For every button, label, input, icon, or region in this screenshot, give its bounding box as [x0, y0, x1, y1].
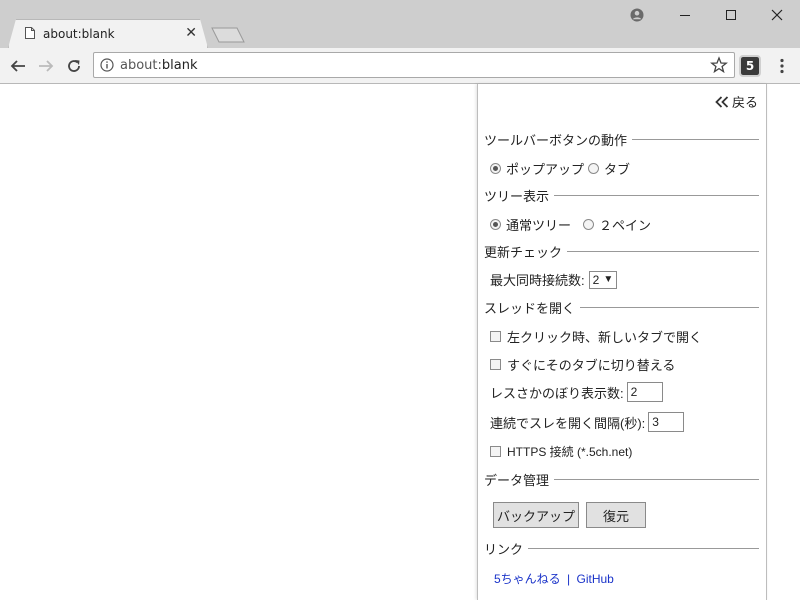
link-github[interactable]: GitHub: [577, 572, 614, 586]
radio-popup[interactable]: [490, 163, 501, 174]
https-label[interactable]: HTTPS 接続 (*.5ch.net): [507, 443, 632, 460]
reload-icon[interactable]: [62, 54, 86, 78]
checkbox-row-left-click: 左クリック時、新しいタブで開く: [490, 327, 702, 346]
close-window-button[interactable]: [754, 4, 800, 26]
radio-popup-label[interactable]: ポップアップ: [506, 159, 584, 178]
radio-two-pane[interactable]: [583, 219, 595, 230]
https-checkbox[interactable]: [490, 446, 501, 457]
section-toolbar-behavior: ツールバーボタンの動作: [484, 131, 759, 148]
radio-normal-tree[interactable]: [490, 219, 501, 230]
interval-label: 連続でスレを開く間隔(秒):: [490, 415, 646, 431]
title-bar: about:blank ✕: [0, 0, 800, 48]
profile-icon[interactable]: [614, 4, 660, 26]
res-count-row: レスさかのぼり表示数: 2: [490, 382, 663, 402]
interval-input[interactable]: 3: [648, 412, 685, 432]
section-tree-view: ツリー表示: [484, 187, 759, 204]
max-connections-select[interactable]: 2 ▼: [588, 270, 618, 289]
backup-button[interactable]: バックアップ: [493, 502, 579, 528]
section-links: リンク: [484, 540, 759, 557]
max-connections-label: 最大同時接続数:: [490, 273, 585, 288]
radio-two-pane-label[interactable]: ２ペイン: [599, 215, 651, 234]
back-arrow-icon[interactable]: [6, 54, 30, 78]
section-title: 更新チェック: [484, 244, 563, 260]
interval-row: 連続でスレを開く間隔(秒): 3: [490, 412, 685, 432]
maximize-button[interactable]: [708, 4, 754, 26]
extension-popup: 戻る ツールバーボタンの動作 ポップアップ タブ ツリー表示 通常ツリー ２ペイ…: [477, 84, 767, 600]
link-5ch[interactable]: 5ちゃんねる: [494, 572, 561, 586]
radio-group-tree: 通常ツリー ２ペイン: [490, 215, 651, 234]
switch-tab-checkbox[interactable]: [490, 359, 501, 370]
checkbox-row-switch-tab: すぐにそのタブに切り替える: [490, 355, 675, 374]
info-icon[interactable]: [100, 58, 114, 72]
res-count-input[interactable]: 2: [626, 382, 663, 402]
left-click-new-tab-checkbox[interactable]: [490, 331, 501, 342]
radio-group-toolbar: ポップアップ タブ: [490, 159, 630, 178]
res-count-label: レスさかのぼり表示数:: [490, 385, 624, 401]
forward-arrow-icon[interactable]: [34, 54, 58, 78]
back-label: 戻る: [731, 95, 758, 110]
browser-toolbar: about:blank 5: [0, 48, 800, 84]
section-open-thread: スレッドを開く: [484, 299, 759, 316]
chevron-down-icon: ▼: [603, 274, 614, 285]
left-click-new-tab-label[interactable]: 左クリック時、新しいタブで開く: [507, 327, 702, 346]
tab-close-icon[interactable]: ✕: [185, 25, 197, 41]
menu-dots-icon[interactable]: [772, 56, 792, 76]
section-update-check: 更新チェック: [484, 243, 759, 260]
section-title: データ管理: [484, 472, 550, 488]
section-title: リンク: [484, 541, 524, 557]
section-data-management: データ管理: [484, 471, 759, 488]
radio-normal-tree-label[interactable]: 通常ツリー: [506, 215, 571, 234]
double-chevron-left-icon: [715, 95, 729, 108]
minimize-button[interactable]: [662, 4, 708, 26]
browser-tab[interactable]: about:blank ✕: [8, 19, 208, 48]
page-icon: [25, 27, 35, 39]
tab-title: about:blank: [43, 27, 115, 41]
back-button[interactable]: 戻る: [715, 92, 758, 111]
extension-5ch-button[interactable]: 5: [739, 55, 761, 77]
section-title: ツリー表示: [484, 188, 550, 204]
bookmark-star-icon[interactable]: [710, 56, 728, 74]
switch-tab-label[interactable]: すぐにそのタブに切り替える: [507, 355, 675, 374]
checkbox-row-https: HTTPS 接続 (*.5ch.net): [490, 443, 632, 460]
section-title: ツールバーボタンの動作: [484, 132, 628, 148]
section-title: スレッドを開く: [484, 300, 576, 316]
max-connections-row: 最大同時接続数: 2 ▼: [490, 270, 618, 289]
radio-tab-label[interactable]: タブ: [604, 159, 630, 178]
links-row: 5ちゃんねる | GitHub: [494, 570, 614, 587]
restore-button[interactable]: 復元: [586, 502, 646, 528]
link-separator: |: [567, 572, 571, 586]
address-bar[interactable]: about:blank: [93, 52, 735, 78]
new-tab-button[interactable]: [211, 27, 245, 43]
address-text[interactable]: about:blank: [120, 58, 198, 73]
radio-tab[interactable]: [588, 163, 600, 174]
